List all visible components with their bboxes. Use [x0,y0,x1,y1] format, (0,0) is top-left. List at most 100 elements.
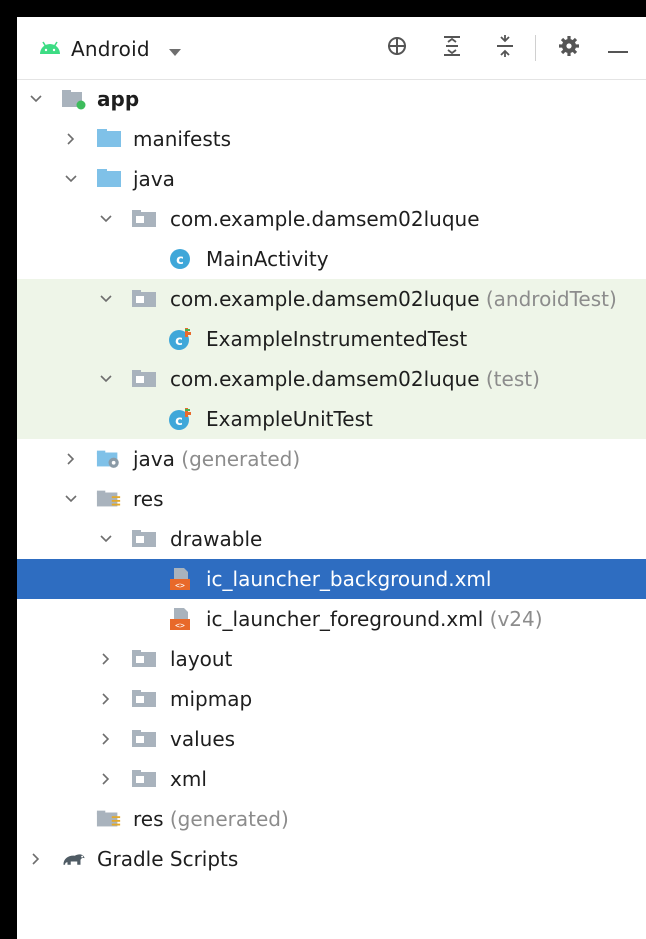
tree-item-name: app [97,87,140,111]
expand-all-button[interactable] [437,33,467,63]
tree-item-name: java [133,447,175,471]
svg-text:c: c [175,414,183,429]
tree-row[interactable]: manifests [17,119,646,159]
package-folder-icon [131,767,157,791]
tree-row-label: ExampleUnitTest [206,407,373,431]
tree-row[interactable]: values [17,719,646,759]
package-folder-icon [131,287,157,311]
chevron-down-icon[interactable] [97,370,115,388]
toolbar-separator [535,35,536,61]
project-toolbar: Android [17,17,646,80]
gradle-elephant-icon [61,847,87,871]
tree-row[interactable]: com.example.damsem02luque (test) [17,359,646,399]
tree-row-label: ExampleInstrumentedTest [206,327,467,351]
package-folder-icon [131,527,157,551]
tree-row[interactable]: res [17,479,646,519]
chevron-right-icon[interactable] [97,730,115,748]
chevron-down-icon[interactable] [97,210,115,228]
tree-item-name: Gradle Scripts [97,847,239,871]
tree-row-label: app [97,87,139,111]
tree-row-label: values [170,727,235,751]
tree-item-name: ic_launcher_background.xml [206,567,492,591]
resource-folder-icon [96,807,122,831]
hide-panel-button[interactable] [603,33,633,63]
tree-item-suffix: (generated) [163,807,289,831]
tree-row-label: mipmap [170,687,252,711]
tree-row[interactable]: layout [17,639,646,679]
chevron-down-icon[interactable] [62,170,80,188]
select-opened-file-button[interactable] [382,33,412,63]
chevron-down-icon [168,42,182,61]
tree-row-label: com.example.damsem02luque (test) [170,367,540,391]
tree-item-suffix: (generated) [174,447,301,471]
tree-row[interactable]: app [17,79,646,119]
tree-item-name: ic_launcher_foreground.xml [206,607,484,631]
svg-text:<>: <> [175,621,185,630]
tree-item-name: java [133,167,175,191]
tree-row[interactable]: c ExampleUnitTest [17,399,646,439]
svg-text:c: c [176,253,184,268]
tree-row[interactable]: com.example.damsem02luque [17,199,646,239]
tree-row[interactable]: xml [17,759,646,799]
chevron-right-icon[interactable] [27,850,45,868]
generated-folder-icon [96,447,122,471]
tree-row-label: ic_launcher_background.xml [206,567,491,591]
settings-button[interactable] [554,33,584,63]
tree-item-name: res [133,487,164,511]
gear-icon [558,35,580,61]
tree-row[interactable]: c MainActivity [17,239,646,279]
tree-item-name: MainActivity [206,247,329,271]
module-folder-icon [61,87,87,111]
chevron-right-icon[interactable] [62,130,80,148]
tree-item-name: xml [170,767,207,791]
expand-all-icon [442,35,462,61]
package-folder-icon [131,727,157,751]
tree-item-name: mipmap [170,687,253,711]
tree-item-name: ExampleUnitTest [206,407,373,431]
chevron-down-icon[interactable] [62,490,80,508]
package-folder-icon [131,687,157,711]
tree-item-suffix: (v24) [483,607,543,631]
tree-row[interactable]: res (generated) [17,799,646,839]
tree-row-label: xml [170,767,207,791]
chevron-right-icon[interactable] [62,450,80,468]
project-tool-window: Android app manifests java com.example.d… [17,17,646,939]
tree-row[interactable]: Gradle Scripts [17,839,646,879]
test-class-icon: c [167,327,193,351]
tree-row-label: Gradle Scripts [97,847,238,871]
chevron-down-icon[interactable] [97,290,115,308]
xml-file-icon: <> [167,607,193,631]
tree-row-label: res [133,487,164,511]
tree-row-label: com.example.damsem02luque (androidTest) [170,287,617,311]
view-selector-label: Android [71,37,150,61]
tree-row[interactable]: c ExampleInstrumentedTest [17,319,646,359]
tree-item-name: values [170,727,236,751]
tree-row[interactable]: mipmap [17,679,646,719]
chevron-right-icon[interactable] [97,770,115,788]
tree-item-name: res [133,807,164,831]
svg-text:c: c [175,334,183,349]
chevron-down-icon[interactable] [97,530,115,548]
tree-item-suffix: (androidTest) [479,287,617,311]
tree-row[interactable]: java (generated) [17,439,646,479]
tree-row[interactable]: <> ic_launcher_foreground.xml (v24) [17,599,646,639]
select-opened-file-icon [386,35,408,61]
tree-item-name: manifests [133,127,231,151]
collapse-all-button[interactable] [490,33,520,63]
tree-row[interactable]: <> ic_launcher_background.xml [17,559,646,599]
chevron-right-icon[interactable] [97,690,115,708]
tree-item-name: ExampleInstrumentedTest [206,327,468,351]
chevron-down-icon[interactable] [27,90,45,108]
tree-row[interactable]: com.example.damsem02luque (androidTest) [17,279,646,319]
folder-icon [96,127,122,151]
tree-row[interactable]: drawable [17,519,646,559]
tree-item-name: drawable [170,527,263,551]
tree-row-label: layout [170,647,232,671]
chevron-right-icon[interactable] [97,650,115,668]
package-folder-icon [131,367,157,391]
view-selector-dropdown[interactable]: Android [39,35,182,63]
minimize-icon [608,39,628,58]
tree-row[interactable]: java [17,159,646,199]
tree-row-label: ic_launcher_foreground.xml (v24) [206,607,543,631]
tree-item-name: layout [170,647,233,671]
